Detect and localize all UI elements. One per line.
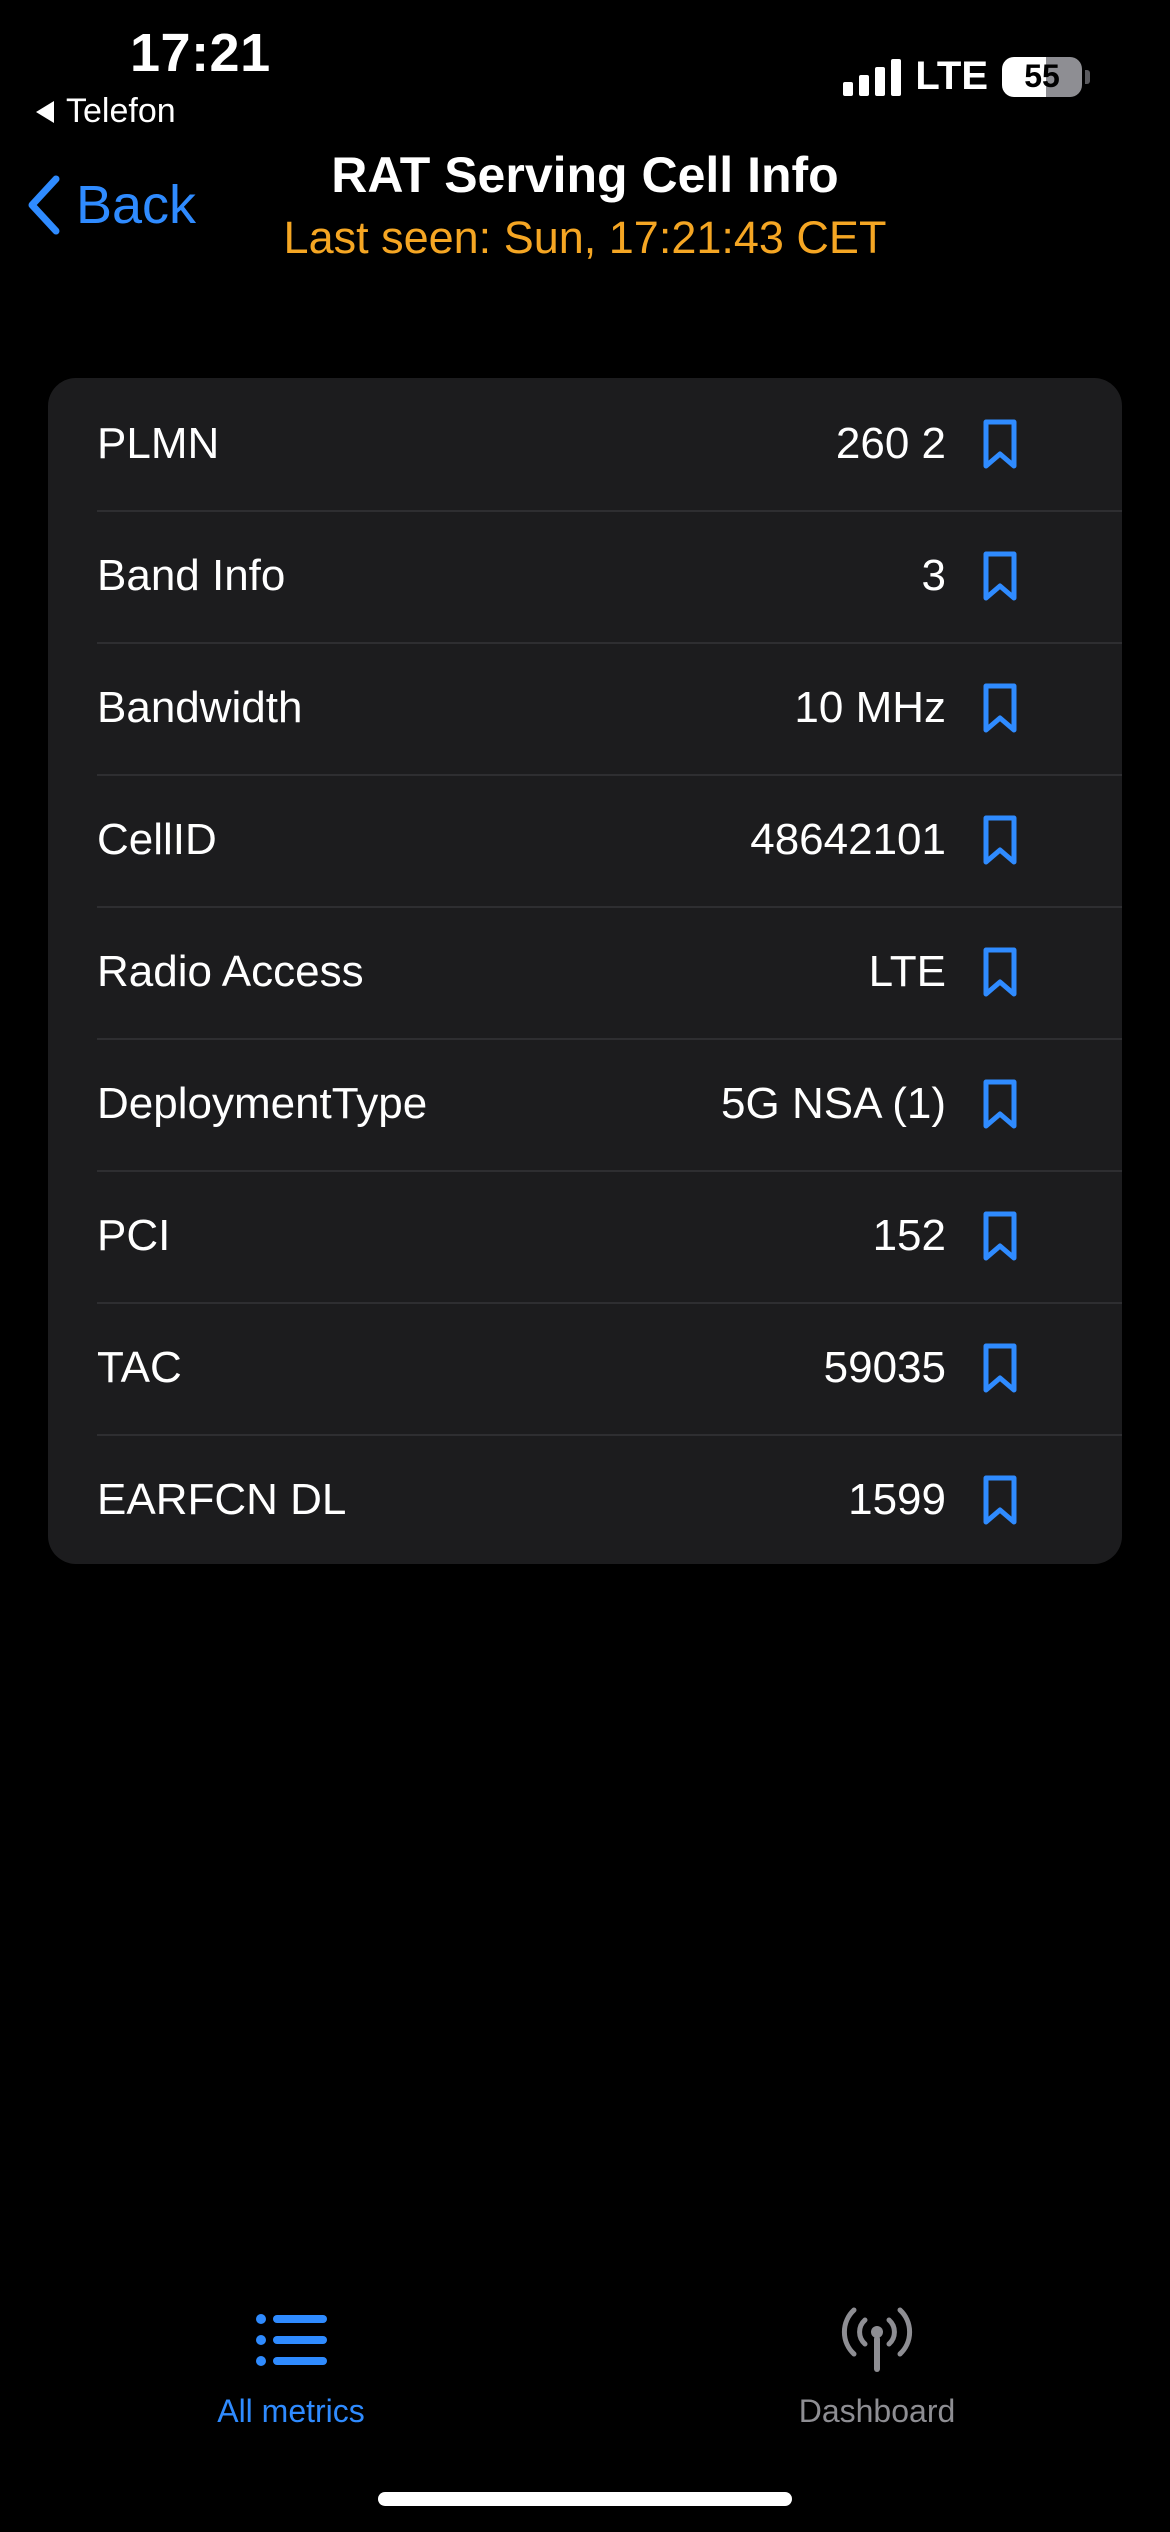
row-value: 59035 <box>823 1343 946 1392</box>
row-value: 5G NSA (1) <box>721 1079 946 1128</box>
status-time: 17:21 <box>130 23 271 83</box>
info-row-plmn: PLMN 260 2 <box>48 378 1122 510</box>
info-row-deployment-type: DeploymentType 5G NSA (1) <box>48 1038 1122 1170</box>
battery-cap <box>1085 69 1090 84</box>
row-label: PLMN <box>97 419 220 468</box>
page-title: RAT Serving Cell Info <box>331 147 839 203</box>
row-value: 3 <box>921 551 946 600</box>
battery-level: 55 <box>1002 56 1082 97</box>
network-type-label: LTE <box>915 54 988 98</box>
row-value: 1599 <box>848 1475 946 1524</box>
row-label: PCI <box>97 1211 171 1260</box>
row-label: EARFCN DL <box>97 1475 347 1524</box>
antenna-icon <box>837 2300 917 2379</box>
bookmark-icon[interactable] <box>980 418 1020 470</box>
bookmark-icon[interactable] <box>980 946 1020 998</box>
bookmark-icon[interactable] <box>980 1078 1020 1130</box>
list-icon <box>255 2300 327 2379</box>
bookmark-icon[interactable] <box>980 1210 1020 1262</box>
row-value: 152 <box>872 1211 946 1260</box>
return-app-label: Telefon <box>66 92 176 130</box>
return-to-app-link[interactable]: Telefon <box>36 92 176 131</box>
cellular-signal-icon <box>843 58 902 96</box>
row-label: DeploymentType <box>97 1079 428 1128</box>
tab-dashboard-label: Dashboard <box>798 2393 956 2429</box>
row-value: 48642101 <box>750 815 946 864</box>
row-label: TAC <box>97 1343 182 1392</box>
status-indicators: LTE 55 <box>843 54 1090 99</box>
bookmark-icon[interactable] <box>980 682 1020 734</box>
back-triangle-icon <box>36 100 54 123</box>
row-label: Bandwidth <box>97 683 303 732</box>
row-value: LTE <box>868 947 946 996</box>
cell-info-card: PLMN 260 2 Band Info 3 Bandwidth 10 MHz … <box>48 378 1122 1564</box>
info-row-pci: PCI 152 <box>48 1170 1122 1302</box>
row-value: 10 MHz <box>794 683 946 732</box>
info-row-radio-access: Radio Access LTE <box>48 906 1122 1038</box>
bookmark-icon[interactable] <box>980 814 1020 866</box>
tab-all-metrics[interactable]: All metrics <box>141 2300 441 2430</box>
row-value: 260 2 <box>835 419 946 468</box>
bookmark-icon[interactable] <box>980 550 1020 602</box>
row-label: CellID <box>97 815 217 864</box>
info-row-tac: TAC 59035 <box>48 1302 1122 1434</box>
bookmark-icon[interactable] <box>980 1474 1020 1526</box>
row-label: Band Info <box>97 551 286 600</box>
info-row-bandwidth: Bandwidth 10 MHz <box>48 642 1122 774</box>
row-label: Radio Access <box>97 947 364 996</box>
info-row-earfcn-dl: EARFCN DL 1599 <box>48 1434 1122 1564</box>
tab-dashboard[interactable]: Dashboard <box>727 2300 1027 2430</box>
info-row-cellid: CellID 48642101 <box>48 774 1122 906</box>
bookmark-icon[interactable] <box>980 1342 1020 1394</box>
battery-icon: 55 <box>1002 56 1090 97</box>
info-row-band-info: Band Info 3 <box>48 510 1122 642</box>
home-indicator[interactable] <box>378 2492 792 2506</box>
last-seen-subtitle: Last seen: Sun, 17:21:43 CET <box>283 212 887 263</box>
tab-all-metrics-label: All metrics <box>217 2393 365 2429</box>
